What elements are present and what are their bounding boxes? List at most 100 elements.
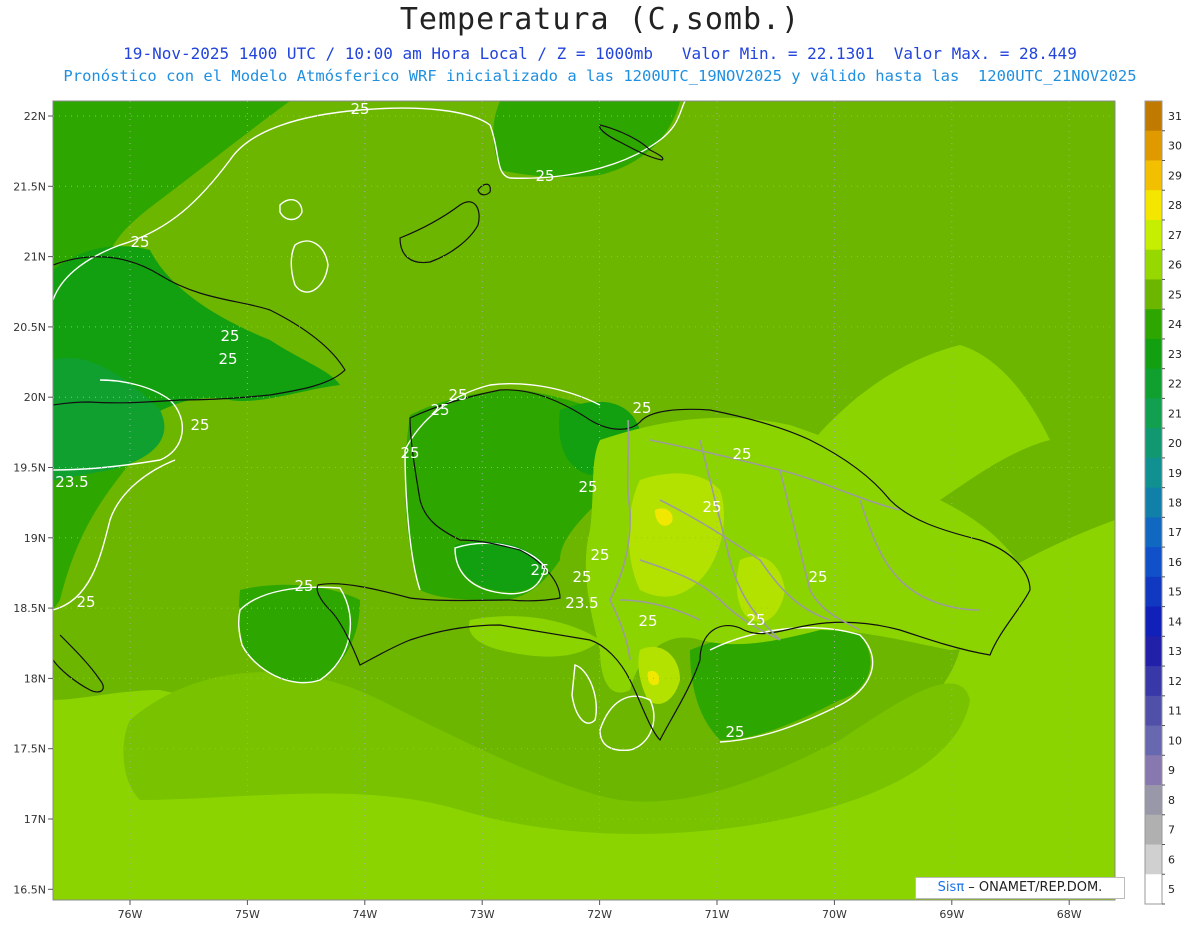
colorbar-swatch — [1145, 606, 1162, 637]
colorbar-swatch — [1145, 249, 1162, 280]
lat-label: 19.5N — [13, 462, 46, 475]
colorbar-swatch — [1145, 279, 1162, 310]
contour-label: 23.5 — [55, 473, 88, 491]
colorbar-level-label: 7 — [1168, 824, 1175, 837]
lat-label: 20N — [24, 391, 46, 404]
lat-label: 18.5N — [13, 602, 46, 615]
colorbar-swatch — [1145, 844, 1162, 875]
colorbar-level-label: 15 — [1168, 586, 1182, 599]
contour-label: 25 — [578, 478, 597, 496]
contour-label: 25 — [702, 498, 721, 516]
colorbar-level-label: 16 — [1168, 556, 1182, 569]
lon-label: 70W — [822, 908, 847, 921]
colorbar-level-label: 30 — [1168, 140, 1182, 153]
colorbar-level-label: 14 — [1168, 615, 1182, 628]
contour-label: 25 — [746, 611, 765, 629]
colorbar-swatch — [1145, 725, 1162, 756]
credit-brand: Sisπ — [937, 880, 965, 895]
contour-label: 25 — [535, 167, 554, 185]
longitude-axis: 76W 75W 74W 73W 72W 71W 70W 69W 68W — [118, 900, 1082, 921]
colorbar-swatch — [1145, 576, 1162, 608]
colorbar-level-label: 25 — [1168, 288, 1182, 301]
colorbar-level-label: 17 — [1168, 526, 1182, 539]
contour-label: 25 — [725, 723, 744, 741]
contour-label: 25 — [218, 350, 237, 368]
contour-label: 23.5 — [565, 594, 598, 612]
credit-text: – ONAMET/REP.DOM. — [968, 880, 1103, 895]
contour-label: 25 — [590, 546, 609, 564]
colorbar-swatch — [1145, 130, 1162, 161]
lon-label: 73W — [470, 908, 495, 921]
contour-label: 25 — [808, 568, 827, 586]
temperature-map: 22N 21.5N 21N 20.5N 20N 19.5N 19N 18.5N 18N 17.5N… — [13, 100, 1182, 921]
contour-label: 25 — [220, 327, 239, 345]
contour-label: 25 — [732, 445, 751, 463]
colorbar-level-label: 31 — [1168, 110, 1182, 123]
lon-label: 68W — [1057, 908, 1082, 921]
contour-label: 25 — [572, 568, 591, 586]
lat-label: 21.5N — [13, 180, 46, 193]
colorbar-swatch — [1145, 487, 1162, 518]
colorbar-level-label: 10 — [1168, 734, 1182, 747]
credit-box: Sisπ – ONAMET/REP.DOM. — [915, 877, 1125, 899]
colorbar-swatch — [1145, 190, 1162, 221]
colorbar-level-label: 29 — [1168, 169, 1182, 182]
colorbar-level-label: 11 — [1168, 705, 1182, 718]
colorbar-level-label: 6 — [1168, 853, 1175, 866]
colorbar-swatch — [1145, 219, 1162, 251]
colorbar-level-label: 28 — [1168, 199, 1182, 212]
lat-label: 21N — [24, 251, 46, 264]
colorbar-level-label: 13 — [1168, 645, 1182, 658]
colorbar-swatch — [1145, 874, 1162, 905]
contour-label: 25 — [400, 444, 419, 462]
lat-label: 17.5N — [13, 743, 46, 756]
colorbar-swatch — [1145, 666, 1162, 697]
colorbar-level-label: 18 — [1168, 497, 1182, 510]
colorbar-swatch — [1145, 398, 1162, 429]
colorbar-level-label: 21 — [1168, 407, 1182, 420]
colorbar-level-label: 24 — [1168, 318, 1182, 331]
colorbar-swatch — [1145, 428, 1162, 459]
contour-label: 25 — [632, 399, 651, 417]
lat-label: 22N — [24, 110, 46, 123]
colorbar-level-label: 19 — [1168, 467, 1182, 480]
colorbar-level-label: 12 — [1168, 675, 1182, 688]
lon-label: 76W — [118, 908, 143, 921]
colorbar-swatch — [1145, 755, 1162, 786]
contour-label: 25 — [430, 401, 449, 419]
lon-label: 72W — [587, 908, 612, 921]
lat-label: 18N — [24, 672, 46, 685]
colorbar-level-label: 27 — [1168, 229, 1182, 242]
colorbar-swatch — [1145, 785, 1162, 816]
contour-label: 25 — [190, 416, 209, 434]
lat-label: 19N — [24, 532, 46, 545]
colorbar-level-label: 26 — [1168, 259, 1182, 272]
colorbar-level-label: 8 — [1168, 794, 1175, 807]
lat-label: 20.5N — [13, 321, 46, 334]
lat-label: 17N — [24, 813, 46, 826]
contour-label: 25 — [530, 561, 549, 579]
colorbar-swatch — [1145, 457, 1162, 489]
colorbar-level-label: 20 — [1168, 437, 1182, 450]
lon-label: 69W — [939, 908, 964, 921]
colorbar-swatch — [1145, 547, 1162, 578]
colorbar-swatch — [1145, 814, 1162, 846]
colorbar-swatch — [1145, 517, 1162, 548]
colorbar-swatch — [1145, 636, 1162, 667]
contour-label: 25 — [76, 593, 95, 611]
colorbar-level-label: 23 — [1168, 348, 1182, 361]
colorbar: 31 30 29 28 27 26 25 24 23 22 21 20 19 18 17 16 15 14 13 12… — [1144, 100, 1182, 905]
latitude-axis: 22N 21.5N 21N 20.5N 20N 19.5N 19N 18.5N 18N 17.5N… — [13, 110, 53, 896]
colorbar-level-label: 5 — [1168, 883, 1175, 896]
colorbar-swatch — [1145, 160, 1162, 191]
contour-label: 25 — [638, 612, 657, 630]
colorbar-swatch — [1145, 101, 1162, 132]
lon-label: 71W — [705, 908, 730, 921]
contour-label: 25 — [130, 233, 149, 251]
colorbar-swatch — [1145, 309, 1162, 340]
colorbar-level-label: 22 — [1168, 378, 1182, 391]
colorbar-swatch — [1145, 695, 1162, 727]
colorbar-swatch — [1145, 368, 1162, 399]
lat-label: 16.5N — [13, 883, 46, 896]
contour-label: 25 — [448, 386, 467, 404]
